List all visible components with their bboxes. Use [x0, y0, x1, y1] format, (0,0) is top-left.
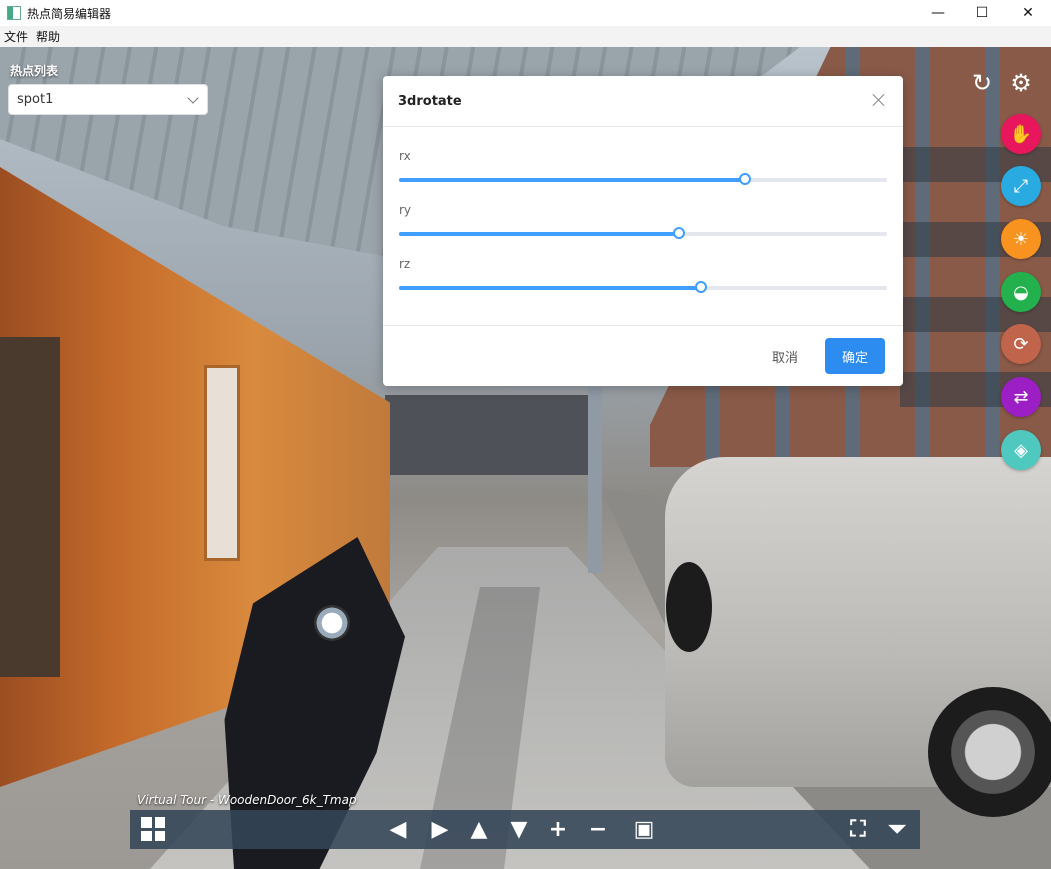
dialog-footer: 取消 确定 — [383, 325, 903, 386]
wall-window — [204, 365, 240, 561]
pillar — [588, 387, 602, 573]
hand-icon: ✋ — [1009, 123, 1033, 145]
wooden-door — [0, 337, 60, 677]
title-bar: 热点简易编辑器 — ☐ ✕ — [0, 0, 1051, 26]
dialog-title: 3drotate — [398, 93, 462, 109]
slider-ry: ry — [399, 203, 887, 243]
cube-tool-button[interactable]: ◈ — [1001, 430, 1041, 470]
app-icon — [7, 6, 21, 20]
hotspot-select[interactable]: spot1 — [8, 84, 208, 115]
pan-left-button[interactable]: ◀ — [383, 815, 413, 843]
tour-caption: Virtual Tour - WoodenDoor_6k_Tmap — [137, 793, 357, 807]
grid-icon — [141, 817, 165, 841]
thumbnails-button[interactable] — [138, 815, 168, 843]
rotate-dialog: 3drotate rx ry rz 取消 确定 — [383, 76, 903, 386]
chevron-down-icon — [187, 92, 199, 104]
slider-handle[interactable] — [739, 173, 752, 185]
fullscreen-button[interactable]: ⛶ — [843, 815, 873, 843]
slider-fill — [399, 232, 679, 236]
slider-rx: rx — [399, 149, 887, 189]
zoom-out-button[interactable]: − — [583, 815, 613, 843]
slider-label: rx — [399, 149, 411, 163]
swap-tool-button[interactable]: ⇄ — [1001, 377, 1041, 417]
light-tool-button[interactable]: ☀ — [1001, 219, 1041, 259]
slider-track[interactable] — [399, 281, 887, 293]
view-tool-button[interactable]: ◒ — [1001, 272, 1041, 312]
van-wheel — [928, 687, 1051, 817]
hotspot-list-label: 热点列表 — [10, 64, 59, 78]
menu-help[interactable]: 帮助 — [32, 28, 64, 45]
confirm-button[interactable]: 确定 — [825, 338, 885, 374]
eye-icon: ◒ — [1013, 281, 1029, 303]
resize-tool-button[interactable]: ⤢ — [1001, 166, 1041, 206]
vr-button[interactable]: ▣ — [626, 815, 662, 843]
slider-track[interactable] — [399, 173, 887, 185]
zoom-in-button[interactable]: + — [543, 815, 573, 843]
rotate-tool-button[interactable]: ⟳ — [1001, 324, 1041, 364]
minimize-button[interactable]: — — [915, 0, 961, 26]
hide-bar-button[interactable]: ⏷ — [882, 815, 912, 843]
close-icon[interactable] — [870, 91, 888, 109]
scooter-headlight — [314, 605, 350, 641]
pan-right-button[interactable]: ▶ — [425, 815, 455, 843]
covered-walkway — [385, 395, 595, 475]
resize-icon: ⤢ — [1013, 175, 1029, 197]
slider-label: ry — [399, 203, 412, 217]
pan-down-button[interactable]: ▼ — [504, 815, 534, 843]
slider-handle[interactable] — [695, 281, 708, 293]
menu-file[interactable]: 文件 — [0, 28, 32, 45]
cube-icon: ◈ — [1014, 439, 1028, 461]
close-window-button[interactable]: ✕ — [1005, 0, 1051, 26]
slider-label: rz — [399, 257, 411, 271]
swap-icon: ⇄ — [1013, 386, 1029, 408]
slider-track[interactable] — [399, 227, 887, 239]
lightbulb-icon: ☀ — [1012, 228, 1030, 250]
refresh-icon[interactable]: ↻ — [967, 68, 997, 98]
slider-handle[interactable] — [672, 227, 685, 239]
dialog-header: 3drotate — [383, 76, 903, 127]
van-front-wheel — [666, 562, 712, 652]
maximize-button[interactable]: ☐ — [959, 0, 1005, 26]
slider-fill — [399, 286, 702, 290]
pan-up-button[interactable]: ▲ — [464, 815, 494, 843]
gear-icon[interactable]: ⚙ — [1006, 68, 1036, 98]
slider-rz: rz — [399, 257, 887, 297]
tour-control-bar: ◀ ▶ ▲ ▼ + − ▣ ⛶ ⏷ — [130, 810, 920, 849]
slider-fill — [399, 178, 746, 182]
hand-tool-button[interactable]: ✋ — [1001, 114, 1041, 154]
cancel-button[interactable]: 取消 — [757, 339, 813, 373]
window-title: 热点简易编辑器 — [27, 6, 112, 21]
hotspot-select-value: spot1 — [17, 92, 54, 107]
menu-bar: 文件 帮助 — [0, 26, 1051, 47]
rotate-icon: ⟳ — [1013, 333, 1029, 355]
